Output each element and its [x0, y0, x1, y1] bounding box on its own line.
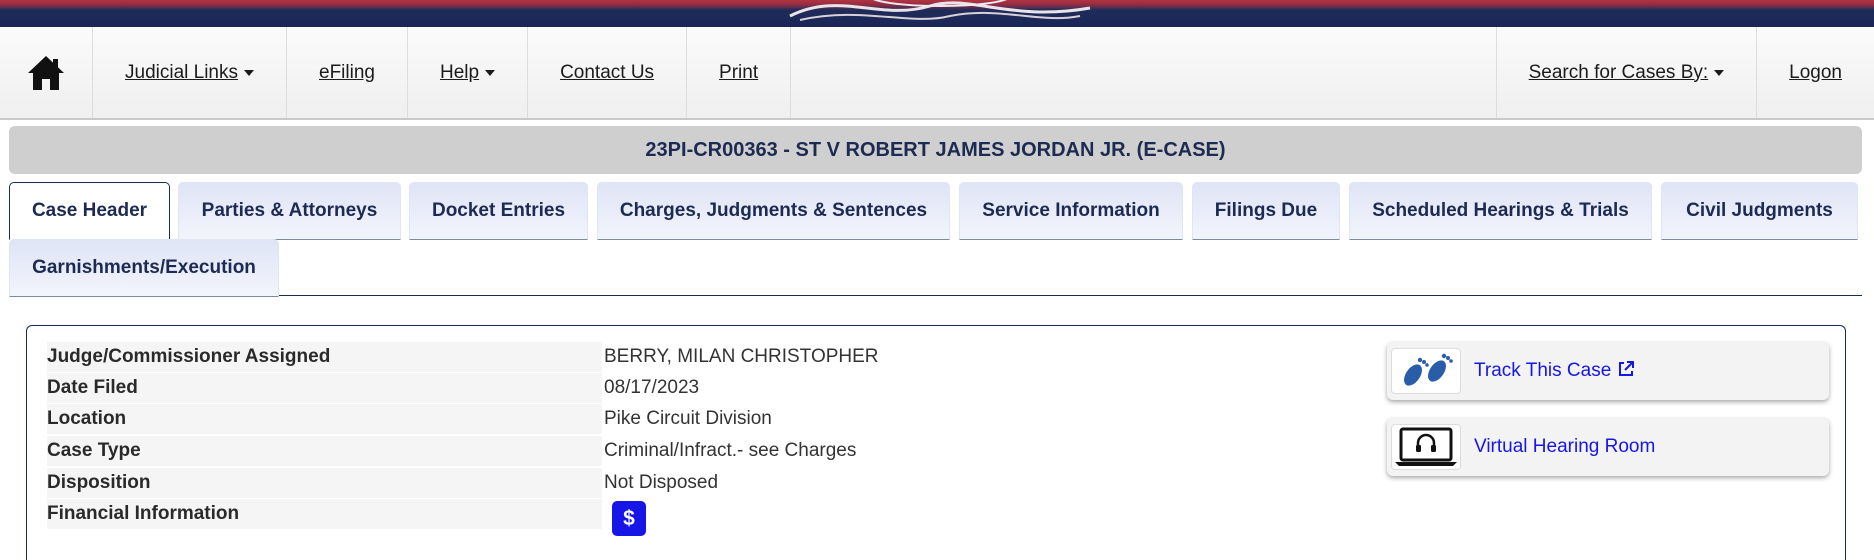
nav-help[interactable]: Help — [408, 27, 529, 118]
dollar-icon: $ — [623, 506, 635, 530]
tab-charges-judgments-sentences[interactable]: Charges, Judgments & Sentences — [597, 182, 950, 240]
detail-row-judge: Judge/Commissioner Assigned BERRY, MILAN… — [47, 342, 1147, 372]
home-button[interactable] — [0, 27, 93, 118]
footprints-icon — [1404, 353, 1453, 386]
detail-value: Pike Circuit Division — [604, 408, 772, 429]
tab-civil-judgments[interactable]: Civil Judgments — [1661, 182, 1858, 240]
nav-efiling-label: eFiling — [319, 61, 375, 83]
external-link-icon — [1619, 361, 1635, 376]
nav-print-label: Print — [719, 61, 759, 83]
detail-value: BERRY, MILAN CHRISTOPHER — [604, 346, 879, 367]
nav-spacer — [791, 27, 1497, 118]
nav-judicial-links[interactable]: Judicial Links — [93, 27, 287, 118]
virtual-hearing-room-button[interactable]: Virtual Hearing Room — [1387, 418, 1829, 476]
side-icon-box — [1391, 424, 1461, 470]
tab-label: Charges, Judgments & Sentences — [619, 200, 928, 221]
chevron-down-icon — [1714, 69, 1725, 76]
detail-row-disposition: Disposition Not Disposed — [47, 468, 1147, 498]
tab-label: Scheduled Hearings & Trials — [1372, 200, 1629, 221]
main-navbar: Judicial Links eFiling Help Contact Us P… — [0, 27, 1874, 120]
case-tabs: Case Header Parties & Attorneys Docket E… — [9, 182, 1862, 297]
nav-logon-label: Logon — [1789, 61, 1842, 83]
laptop-headphones-icon — [1395, 427, 1457, 466]
tab-label: Docket Entries — [431, 200, 566, 221]
nav-contact-us[interactable]: Contact Us — [528, 27, 688, 118]
side-icon-box — [1391, 348, 1461, 394]
case-title: 23PI-CR00363 - ST V ROBERT JAMES JORDAN … — [645, 138, 1226, 161]
chevron-down-icon — [485, 69, 496, 76]
tab-label: Filings Due — [1214, 200, 1318, 221]
tab-docket-entries[interactable]: Docket Entries — [409, 182, 588, 240]
detail-label: Location — [47, 404, 602, 434]
financial-information-button[interactable]: $ — [612, 501, 646, 536]
tab-parties-attorneys[interactable]: Parties & Attorneys — [178, 182, 401, 240]
top-banner — [0, 0, 1874, 27]
case-title-bar: 23PI-CR00363 - ST V ROBERT JAMES JORDAN … — [9, 126, 1862, 174]
track-this-case-text: Track This Case — [1474, 360, 1612, 381]
detail-value: Not Disposed — [604, 472, 719, 493]
tab-label: Case Header — [31, 200, 148, 221]
track-this-case-label: Track This Case — [1474, 360, 1635, 382]
detail-label: Disposition — [47, 468, 602, 498]
nav-contact-us-label: Contact Us — [560, 61, 655, 83]
track-this-case-button[interactable]: Track This Case — [1387, 342, 1829, 400]
virtual-hearing-room-label: Virtual Hearing Room — [1474, 436, 1656, 457]
detail-value: 08/17/2023 — [604, 377, 700, 398]
nav-search-cases-by-label: Search for Cases By: — [1528, 61, 1709, 83]
tab-service-information[interactable]: Service Information — [959, 182, 1183, 240]
nav-efiling[interactable]: eFiling — [287, 27, 408, 118]
detail-label: Financial Information — [47, 499, 602, 529]
tab-label: Garnishments/Execution — [32, 257, 256, 278]
tab-scheduled-hearings-trials[interactable]: Scheduled Hearings & Trials — [1349, 182, 1652, 240]
detail-row-case-type: Case Type Criminal/Infract.- see Charges — [47, 436, 1147, 466]
chevron-down-icon — [244, 69, 254, 76]
banner-flourish-icon — [789, 0, 1091, 21]
tab-label: Parties & Attorneys — [201, 200, 378, 221]
tab-label: Service Information — [982, 200, 1160, 221]
detail-value: Criminal/Infract.- see Charges — [604, 440, 857, 461]
case-header-panel: Judge/Commissioner Assigned BERRY, MILAN… — [26, 325, 1846, 560]
tab-filings-due[interactable]: Filings Due — [1192, 182, 1340, 240]
nav-help-label: Help — [439, 61, 480, 83]
nav-logon[interactable]: Logon — [1757, 27, 1874, 118]
nav-search-cases-by[interactable]: Search for Cases By: — [1497, 27, 1758, 118]
nav-print[interactable]: Print — [687, 27, 792, 118]
detail-row-location: Location Pike Circuit Division — [47, 404, 1147, 434]
tab-case-header[interactable]: Case Header — [9, 182, 170, 240]
tab-label: Civil Judgments — [1686, 200, 1833, 221]
tab-garnishments-execution[interactable]: Garnishments/Execution — [9, 239, 279, 297]
detail-row-date-filed: Date Filed 08/17/2023 — [47, 373, 1147, 403]
nav-judicial-links-label: Judicial Links — [125, 61, 238, 83]
home-icon — [28, 55, 64, 90]
detail-row-financial-information: Financial Information — [47, 499, 1147, 529]
detail-label: Case Type — [47, 436, 602, 466]
detail-label: Judge/Commissioner Assigned — [47, 342, 602, 372]
detail-label: Date Filed — [47, 373, 602, 403]
